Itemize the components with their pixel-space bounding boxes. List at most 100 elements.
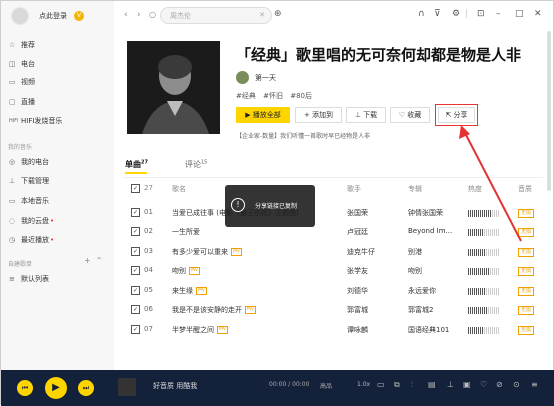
login-link[interactable]: 点此登录: [39, 11, 67, 21]
album-name[interactable]: 钟情张国荣: [408, 208, 443, 218]
minimize-icon[interactable]: –: [496, 9, 501, 19]
next-icon[interactable]: ⏭: [78, 380, 94, 396]
sidebar-item-live[interactable]: ▢ 直播: [9, 96, 35, 107]
header-heat[interactable]: 热度: [468, 184, 482, 194]
mini-mode-icon[interactable]: ⊡: [477, 9, 485, 19]
row-checkbox[interactable]: ✓: [131, 247, 140, 256]
header-artist[interactable]: 歌手: [347, 184, 361, 194]
album-name[interactable]: 吻别: [408, 266, 422, 276]
voice-search-icon[interactable]: ⊕: [274, 9, 282, 19]
tag[interactable]: #80后: [290, 92, 312, 100]
heart-icon[interactable]: ♡: [480, 380, 487, 389]
row-checkbox[interactable]: ✓: [131, 305, 140, 314]
artist-name[interactable]: 郭富城: [347, 305, 368, 315]
refresh-icon[interactable]: ○: [149, 10, 156, 19]
speed-button[interactable]: 1.0x: [357, 381, 370, 388]
mv-badge[interactable]: MV: [189, 267, 200, 275]
playlist-icon[interactable]: ≡: [531, 380, 538, 389]
album-name[interactable]: 永远爱你: [408, 286, 436, 296]
mv-badge[interactable]: MV: [245, 306, 256, 314]
vip-badge-icon[interactable]: V: [74, 11, 84, 21]
song-name[interactable]: 吻别 MV: [172, 266, 200, 276]
song-name[interactable]: 一生所爱: [172, 227, 200, 237]
album-name[interactable]: 别港: [408, 247, 422, 257]
tag[interactable]: #经典: [236, 92, 256, 100]
song-name[interactable]: 半梦半醒之间 MV: [172, 325, 228, 335]
sidebar-item-default-list[interactable]: ≡ 默认列表: [9, 273, 49, 284]
headphones-icon[interactable]: ∩: [418, 9, 425, 19]
table-row[interactable]: ✓ 03 有多少爱可以重来 MV 迪克牛仔 别港 无损: [126, 242, 544, 262]
artist-name[interactable]: 迪克牛仔: [347, 247, 375, 257]
play-all-button[interactable]: ▶ 播放全部: [236, 107, 290, 123]
artist-name[interactable]: 张学友: [347, 266, 368, 276]
equalizer-icon[interactable]: ⫶: [411, 380, 413, 390]
add-to-button[interactable]: + 添加到: [295, 107, 342, 123]
mv-badge[interactable]: MV: [231, 248, 242, 256]
album-name[interactable]: 国语经典101: [408, 325, 449, 335]
header-quality[interactable]: 音质: [518, 184, 532, 194]
sidebar-item-recommend[interactable]: ☆ 推荐: [9, 39, 35, 50]
search-input[interactable]: 周杰伦 ✕: [160, 7, 272, 24]
settings-icon[interactable]: ⚙: [452, 9, 460, 19]
album-name[interactable]: Beyond Im...: [408, 227, 452, 235]
row-checkbox[interactable]: ✓: [131, 325, 140, 334]
user-login[interactable]: 点此登录 V: [11, 7, 84, 25]
table-row[interactable]: ✓01当爱已成往事 (电影《霸王别姬》主题曲)张国荣钟情张国荣无损: [126, 203, 544, 223]
forward-icon[interactable]: ›: [137, 10, 141, 20]
mv-badge[interactable]: MV: [196, 287, 207, 295]
creator-name[interactable]: 第一天: [255, 73, 276, 83]
now-playing-title[interactable]: 好音质 用酷我: [153, 381, 197, 391]
hifi-icon[interactable]: ▤: [428, 380, 436, 389]
sidebar-item-cloud[interactable]: ◌ 我的云盘 •: [9, 215, 54, 226]
row-checkbox[interactable]: ✓: [131, 266, 140, 275]
add-playlist-icon[interactable]: + ⌃: [84, 256, 103, 265]
clear-icon[interactable]: ✕: [259, 11, 265, 19]
row-checkbox[interactable]: ✓: [131, 227, 140, 236]
song-name[interactable]: 我是不是该安静的走开 MV: [172, 305, 256, 315]
creator[interactable]: 第一天: [236, 71, 276, 84]
song-name[interactable]: 有多少爱可以重来 MV: [172, 247, 242, 257]
play-button[interactable]: ▶: [45, 377, 67, 399]
desktop-lyrics-icon[interactable]: ⧉: [394, 380, 400, 390]
maximize-icon[interactable]: □: [515, 9, 524, 19]
tab-comments[interactable]: 评论15: [185, 159, 207, 170]
download-button[interactable]: ⊥ 下载: [346, 107, 386, 123]
artist-name[interactable]: 刘德华: [347, 286, 368, 296]
sidebar-item-video[interactable]: ▭ 视频: [9, 76, 35, 87]
creator-avatar[interactable]: [236, 71, 249, 84]
favorite-button[interactable]: ♡ 收藏: [390, 107, 430, 123]
album-name[interactable]: 郭富城2: [408, 305, 433, 315]
download-icon[interactable]: ⊥: [447, 380, 454, 389]
mv-badge[interactable]: MV: [217, 326, 228, 334]
select-all-checkbox[interactable]: ✓: [131, 184, 140, 193]
now-playing-cover[interactable]: [118, 378, 136, 396]
artist-name[interactable]: 张国荣: [347, 208, 368, 218]
sidebar-item-my-radio[interactable]: ◎ 我的电台: [9, 156, 49, 167]
sidebar-item-radio[interactable]: ◫ 电台: [9, 58, 35, 69]
volume-icon[interactable]: ⊙: [513, 380, 520, 389]
table-row[interactable]: ✓ 05 来生缘 MV 刘德华 永远爱你 无损: [126, 281, 544, 301]
back-icon[interactable]: ‹: [124, 10, 128, 20]
sidebar-item-local[interactable]: ▭ 本地音乐: [9, 195, 49, 206]
row-checkbox[interactable]: ✓: [131, 208, 140, 217]
tag[interactable]: #怀旧: [263, 92, 283, 100]
scrollbar[interactable]: [547, 31, 551, 191]
header-name[interactable]: 歌名: [172, 184, 186, 194]
sidebar-item-downloads[interactable]: ⊥ 下载管理: [9, 175, 49, 186]
lyrics-icon[interactable]: ▭: [377, 380, 385, 389]
table-row[interactable]: ✓ 06 我是不是该安静的走开 MV 郭富城 郭富城2 无损: [126, 300, 544, 320]
skin-icon[interactable]: ⊽: [434, 9, 441, 19]
quality-selector[interactable]: 高品: [320, 381, 332, 390]
sidebar-item-hifi[interactable]: HiFi HIFI发烧音乐: [9, 115, 62, 126]
shuffle-icon[interactable]: ⊘: [496, 380, 503, 389]
table-row[interactable]: ✓ 07 半梦半醒之间 MV 谭咏麟 国语经典101 无损: [126, 320, 544, 340]
tab-songs[interactable]: 单曲27: [125, 159, 148, 170]
artist-name[interactable]: 谭咏麟: [347, 325, 368, 335]
close-icon[interactable]: ✕: [534, 9, 542, 19]
comment-icon[interactable]: ▣: [463, 380, 471, 389]
header-album[interactable]: 专辑: [408, 184, 422, 194]
avatar[interactable]: [11, 7, 29, 25]
artist-name[interactable]: 卢冠廷: [347, 227, 368, 237]
row-checkbox[interactable]: ✓: [131, 286, 140, 295]
sidebar-item-recent[interactable]: ◷ 最近播放 •: [9, 234, 54, 245]
